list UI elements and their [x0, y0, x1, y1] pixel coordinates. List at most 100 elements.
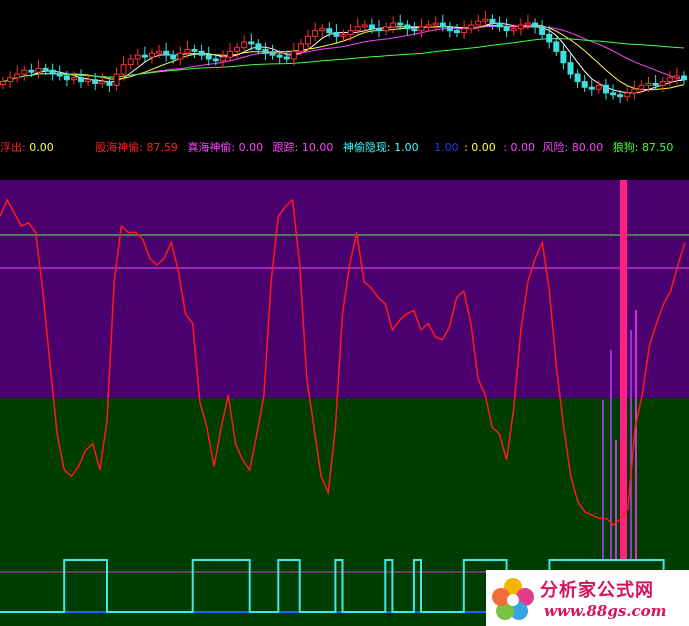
candle-body	[92, 79, 99, 84]
legend-yinxian-label: 神偷隐现:	[342, 141, 391, 154]
candle-body	[106, 81, 113, 86]
candle-body	[574, 73, 581, 83]
candle-body	[652, 82, 659, 86]
candle-body	[156, 50, 163, 54]
candle-body	[496, 22, 503, 28]
candle-body	[418, 26, 425, 32]
candle-body	[624, 92, 631, 98]
candle-body	[184, 49, 191, 54]
candle-body	[347, 30, 354, 35]
candle-body	[42, 67, 49, 71]
candle-body	[326, 28, 333, 34]
candle-body	[446, 26, 453, 32]
candle-body	[404, 24, 411, 30]
indicator-legend-bar: 浮出: 0.00 股海神偷: 87.59 真海神偷: 0.00 跟踪: 10.0…	[0, 138, 689, 158]
legend-zhenhai: 真海神偷: 0.00	[187, 138, 263, 158]
candle-body	[681, 75, 687, 81]
candle-body	[219, 56, 226, 62]
candle-body	[234, 47, 241, 52]
candle-body	[468, 24, 475, 30]
candle-body	[70, 77, 77, 81]
candle-body	[0, 81, 6, 85]
candle-body	[255, 43, 262, 51]
candle-body	[503, 26, 510, 32]
candle-body	[7, 77, 14, 83]
candle-body	[631, 88, 638, 94]
signal-spike-main	[620, 180, 627, 560]
legend-fuchu-label: 浮出:	[0, 141, 26, 154]
candle-body	[269, 52, 276, 56]
candle-body	[113, 73, 120, 86]
candlestick-series	[0, 10, 687, 104]
candle-body	[340, 33, 347, 37]
candle-body	[120, 64, 127, 75]
legend-blank2-value: : 0.00	[464, 141, 496, 154]
legend-genzong-value: 10.00	[301, 141, 334, 154]
candle-body	[148, 52, 155, 58]
candle-body	[390, 22, 397, 28]
candle-body	[312, 30, 319, 37]
candle-body	[354, 26, 361, 32]
candle-body	[198, 50, 205, 56]
legend-yinxian: 神偷隐现: 1.00	[343, 138, 419, 158]
legend-fuchu: 浮出: 0.00	[0, 138, 54, 158]
candle-body	[397, 22, 404, 26]
candle-body	[368, 24, 375, 30]
candle-body	[28, 69, 35, 73]
candle-body	[638, 84, 645, 90]
candle-body	[319, 28, 326, 32]
candle-body	[127, 58, 134, 66]
candle-body	[482, 18, 489, 22]
candle-body	[205, 54, 212, 60]
candle-body	[283, 56, 290, 60]
candle-body	[383, 26, 390, 32]
ma-line	[2, 38, 685, 83]
candle-body	[141, 54, 148, 58]
candle-body	[539, 26, 546, 35]
legend-blank3: : 0.00	[503, 138, 535, 158]
legend-genzong-label: 跟踪:	[272, 141, 299, 154]
candle-body	[581, 81, 588, 88]
candle-body	[610, 92, 617, 96]
candle-body	[163, 50, 170, 56]
candle-body	[375, 28, 382, 32]
watermark-logo: 分析家公式网 www.88gs.com	[486, 570, 689, 626]
watermark-title: 分析家公式网	[540, 580, 654, 601]
candle-body	[595, 84, 602, 90]
candle-body	[56, 73, 63, 77]
candle-body	[425, 24, 432, 28]
legend-zhenhai-label: 真海神偷:	[187, 141, 236, 154]
candle-body	[21, 69, 28, 75]
candle-body	[546, 33, 553, 43]
candle-body	[489, 18, 496, 24]
legend-fengxian: 风险: 80.00	[543, 138, 604, 158]
candle-body	[177, 52, 184, 60]
candle-body	[602, 84, 609, 94]
candle-body	[227, 50, 233, 58]
candle-body	[673, 75, 680, 79]
legend-guhai-value: 87.59	[146, 141, 178, 154]
candle-body	[276, 54, 283, 58]
legend-langou-label: 狼狗:	[612, 141, 639, 154]
candle-body	[659, 81, 666, 86]
candle-body	[14, 73, 21, 79]
candle-body	[134, 54, 141, 60]
candle-body	[588, 86, 595, 90]
legend-yinxian-value: 1.00	[394, 141, 419, 154]
legend-guhai-label: 股海神偷:	[95, 141, 143, 154]
candle-body	[63, 75, 70, 81]
candle-body	[241, 41, 248, 49]
legend-fengxian-value: 80.00	[571, 141, 604, 154]
legend-fengxian-label: 风险:	[542, 141, 569, 154]
legend-langou: 狼狗: 87.50	[613, 138, 674, 158]
candle-body	[454, 30, 460, 34]
candle-body	[212, 58, 219, 62]
candle-body	[666, 77, 673, 83]
candle-body	[567, 62, 574, 75]
candle-body	[78, 77, 85, 83]
candle-body	[290, 50, 297, 60]
watermark-url: www.88gs.com	[544, 602, 667, 620]
candle-body	[439, 22, 446, 28]
candle-body	[617, 94, 624, 98]
legend-guhai: 股海神偷: 87.59	[95, 138, 178, 158]
